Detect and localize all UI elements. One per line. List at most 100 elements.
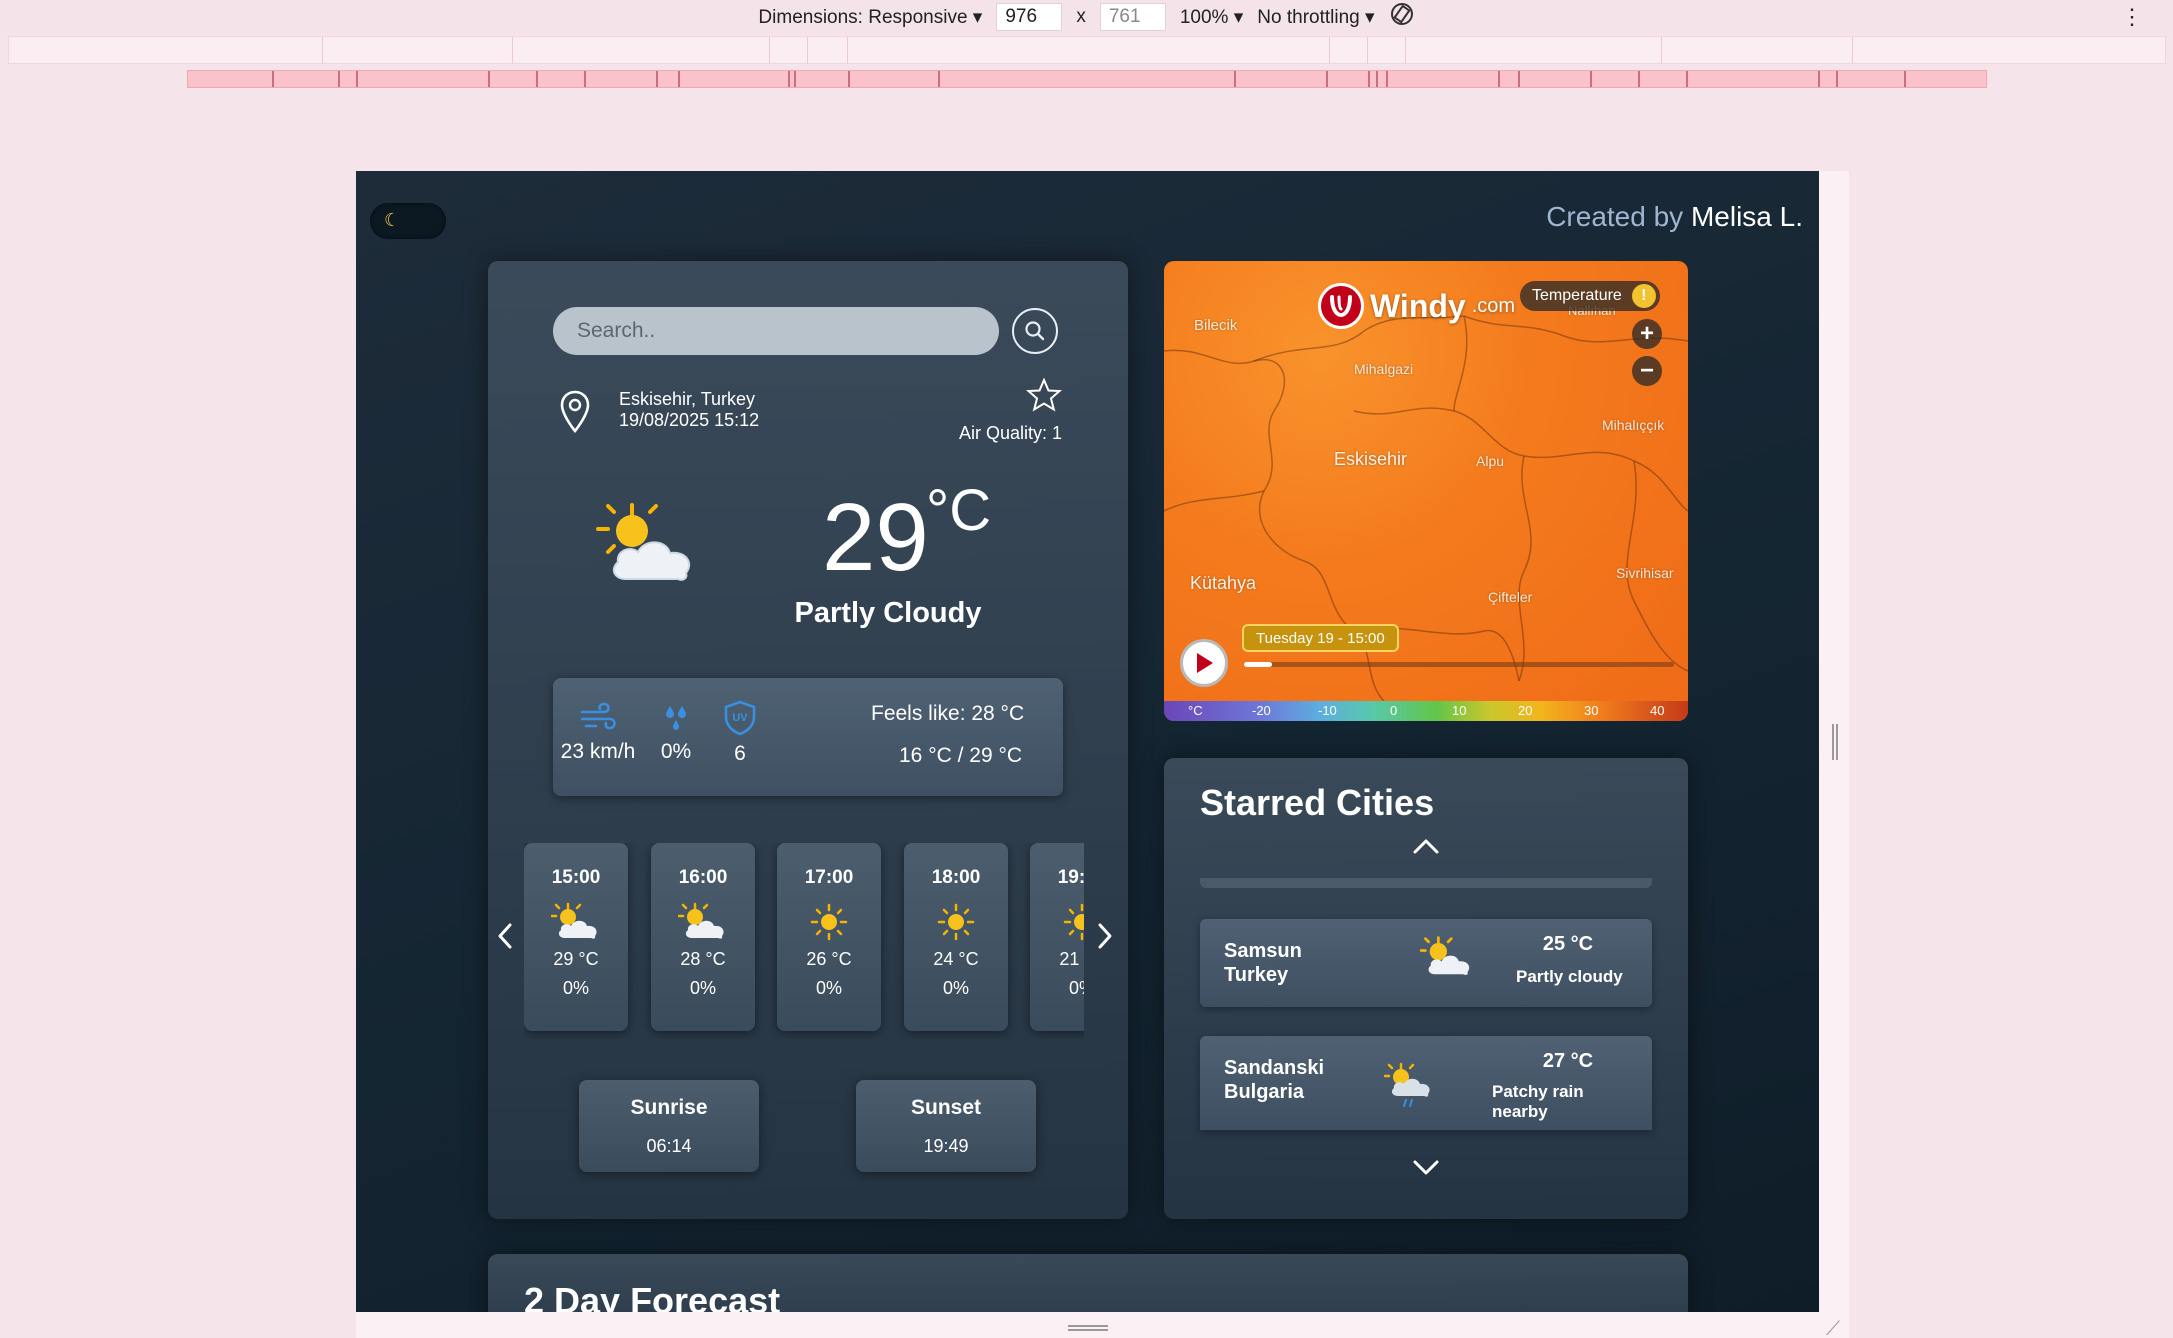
times-sign: x bbox=[1076, 6, 1086, 27]
breakpoint-bar bbox=[187, 70, 1987, 88]
scale-label: 10 bbox=[1452, 703, 1467, 718]
sun-icon bbox=[777, 899, 881, 945]
uv-stat: UV 6 bbox=[695, 700, 785, 766]
hour-precip: 0% bbox=[1068, 978, 1084, 998]
partly-cloudy-icon bbox=[596, 503, 691, 581]
two-day-forecast-card: 2 Day Forecast bbox=[488, 1254, 1688, 1312]
zoom-label: 100% bbox=[1179, 6, 1229, 28]
starred-city-temp: 25 °C bbox=[1542, 933, 1594, 955]
partly-cloudy-icon bbox=[1419, 935, 1474, 984]
credit-author[interactable]: Melisa L. bbox=[1691, 201, 1803, 232]
search-button[interactable] bbox=[1012, 308, 1058, 354]
chevron-right-icon[interactable] bbox=[1092, 921, 1116, 951]
country-name: Bulgaria bbox=[1224, 1081, 1305, 1103]
devtools-toolbar: Dimensions: Responsive ▾ 976 x 761 100% … bbox=[0, 0, 2173, 34]
temperature-scale: °C -20 -10 0 10 20 30 40 bbox=[1164, 701, 1688, 721]
starred-city-temp: 27 °C bbox=[1542, 1050, 1594, 1072]
resize-corner-icon[interactable]: ⟋ bbox=[1826, 1318, 1840, 1338]
sunrise-time: 06:14 bbox=[646, 1136, 692, 1156]
overlay-selector[interactable]: Temperature ! bbox=[1520, 281, 1660, 311]
raindrops-icon bbox=[666, 706, 686, 730]
hour-temp: 29 °C bbox=[553, 949, 599, 969]
credit: Created by Melisa L. bbox=[1546, 201, 1803, 233]
resize-handle-right[interactable] bbox=[1832, 724, 1838, 760]
chevron-left-icon[interactable] bbox=[494, 921, 518, 951]
scale-label: -20 bbox=[1252, 703, 1271, 718]
hour-time: 17:00 bbox=[804, 867, 854, 888]
location-info: Eskisehir, Turkey 19/08/2025 15:12 bbox=[619, 389, 759, 431]
precip-value: 0% bbox=[660, 740, 692, 763]
search-input[interactable] bbox=[553, 307, 999, 355]
timeline-time-label: Tuesday 19 - 15:00 bbox=[1242, 624, 1399, 652]
sun-icon bbox=[904, 899, 1008, 945]
hour-time: 19:00 bbox=[1057, 867, 1084, 888]
hour-time: 16:00 bbox=[678, 867, 728, 888]
sun-icon bbox=[1030, 899, 1084, 945]
hourly-item: 19:00 21 °C 0% bbox=[1030, 843, 1084, 1031]
temperature-unit: °C bbox=[926, 478, 992, 543]
hourly-forecast[interactable]: 15:00 29 °C 0% 16:00 28 °C 0% 17:00 26 °… bbox=[524, 843, 1084, 1039]
chevron-up-icon[interactable] bbox=[1411, 836, 1441, 856]
starred-city-condition: Patchy rain nearby bbox=[1492, 1082, 1584, 1121]
hour-precip: 0% bbox=[942, 978, 969, 998]
map-label-eskisehir: Eskisehir bbox=[1334, 449, 1408, 469]
location-city: Eskisehir, Turkey bbox=[619, 389, 756, 409]
starred-cities-title: Starred Cities bbox=[1200, 782, 1435, 823]
patchy-rain-icon bbox=[1383, 1062, 1434, 1115]
chevron-down-icon[interactable] bbox=[1411, 1158, 1441, 1178]
wind-value: 23 km/h bbox=[560, 740, 636, 763]
width-input[interactable]: 976 bbox=[996, 3, 1063, 31]
theme-toggle[interactable]: ☾ bbox=[370, 203, 446, 239]
sunset-box: Sunset 19:49 bbox=[856, 1080, 1036, 1172]
scale-label: 40 bbox=[1650, 703, 1665, 718]
zoom-dropdown[interactable]: 100% ▾ bbox=[1180, 6, 1243, 29]
zoom-in-button[interactable]: + bbox=[1632, 319, 1662, 349]
starred-city-item[interactable]: Sandanski Bulgaria 27 °C Patchy rain nea… bbox=[1200, 1036, 1652, 1130]
hour-precip: 0% bbox=[689, 978, 716, 998]
current-temperature: 29 bbox=[822, 484, 929, 591]
hour-temp: 28 °C bbox=[680, 949, 726, 969]
timeline-slider[interactable] bbox=[1244, 662, 1674, 667]
map-label-bilecik: Bilecik bbox=[1194, 317, 1238, 334]
list-divider bbox=[1200, 878, 1652, 888]
windy-brand: Windy bbox=[1370, 287, 1466, 324]
sunrise-label: Sunrise bbox=[630, 1096, 708, 1119]
map-label-sivrihisar: Sivrihisar bbox=[1616, 565, 1674, 581]
windy-map[interactable]: Bilecik Nallıhan Mihalgazi Mihalıççık Es… bbox=[1164, 261, 1688, 721]
dimensions-dropdown[interactable]: Dimensions: Responsive ▾ bbox=[758, 6, 982, 29]
play-button[interactable] bbox=[1180, 639, 1228, 687]
scale-label: -10 bbox=[1318, 703, 1337, 718]
app-viewport: ☾ Created by Melisa L. Eskisehir, Turkey… bbox=[356, 171, 1819, 1312]
credit-prefix: Created by bbox=[1546, 201, 1684, 232]
city-name: Samsun bbox=[1224, 940, 1302, 962]
dimensions-label: Dimensions: Responsive bbox=[758, 6, 968, 28]
map-label-kutahya: Kütahya bbox=[1190, 573, 1257, 593]
starred-city-item[interactable]: Samsun Turkey 25 °C Partly cloudy bbox=[1200, 919, 1652, 1007]
starred-cities-card: Starred Cities Samsun Turkey 25 °C Partl… bbox=[1164, 758, 1688, 1219]
throttling-label: No throttling bbox=[1257, 6, 1360, 28]
hourly-item: 18:00 24 °C 0% bbox=[904, 843, 1008, 1031]
uv-value: 6 bbox=[734, 742, 746, 765]
hourly-item: 16:00 28 °C 0% bbox=[651, 843, 755, 1031]
map-label-mihalgazi: Mihalgazi bbox=[1354, 361, 1414, 377]
windy-logo[interactable]: Windy .com bbox=[1318, 283, 1515, 329]
sunrise-box: Sunrise 06:14 bbox=[579, 1080, 759, 1172]
scale-label: 0 bbox=[1390, 703, 1398, 718]
resize-handle-bottom[interactable] bbox=[1068, 1325, 1108, 1331]
play-icon bbox=[1197, 653, 1213, 673]
map-label-mihaliccik: Mihalıççık bbox=[1602, 417, 1665, 433]
more-options-icon[interactable]: ⋮ bbox=[2121, 4, 2143, 30]
zoom-out-button[interactable]: − bbox=[1632, 356, 1662, 386]
throttling-dropdown[interactable]: No throttling ▾ bbox=[1257, 6, 1374, 29]
star-icon[interactable] bbox=[1026, 377, 1062, 413]
starred-city-condition: Partly cloudy bbox=[1516, 967, 1623, 986]
partly-cloudy-icon bbox=[524, 899, 628, 945]
hour-temp: 26 °C bbox=[806, 949, 852, 969]
map-label-alpu: Alpu bbox=[1476, 453, 1505, 469]
rotate-icon[interactable] bbox=[1389, 1, 1415, 33]
overlay-label: Temperature bbox=[1532, 287, 1622, 304]
height-input[interactable]: 761 bbox=[1099, 3, 1166, 31]
temperature-range: 16 °C / 29 °C bbox=[899, 744, 1023, 767]
wind-stat: 23 km/h bbox=[553, 700, 643, 764]
search-icon bbox=[1025, 321, 1045, 341]
